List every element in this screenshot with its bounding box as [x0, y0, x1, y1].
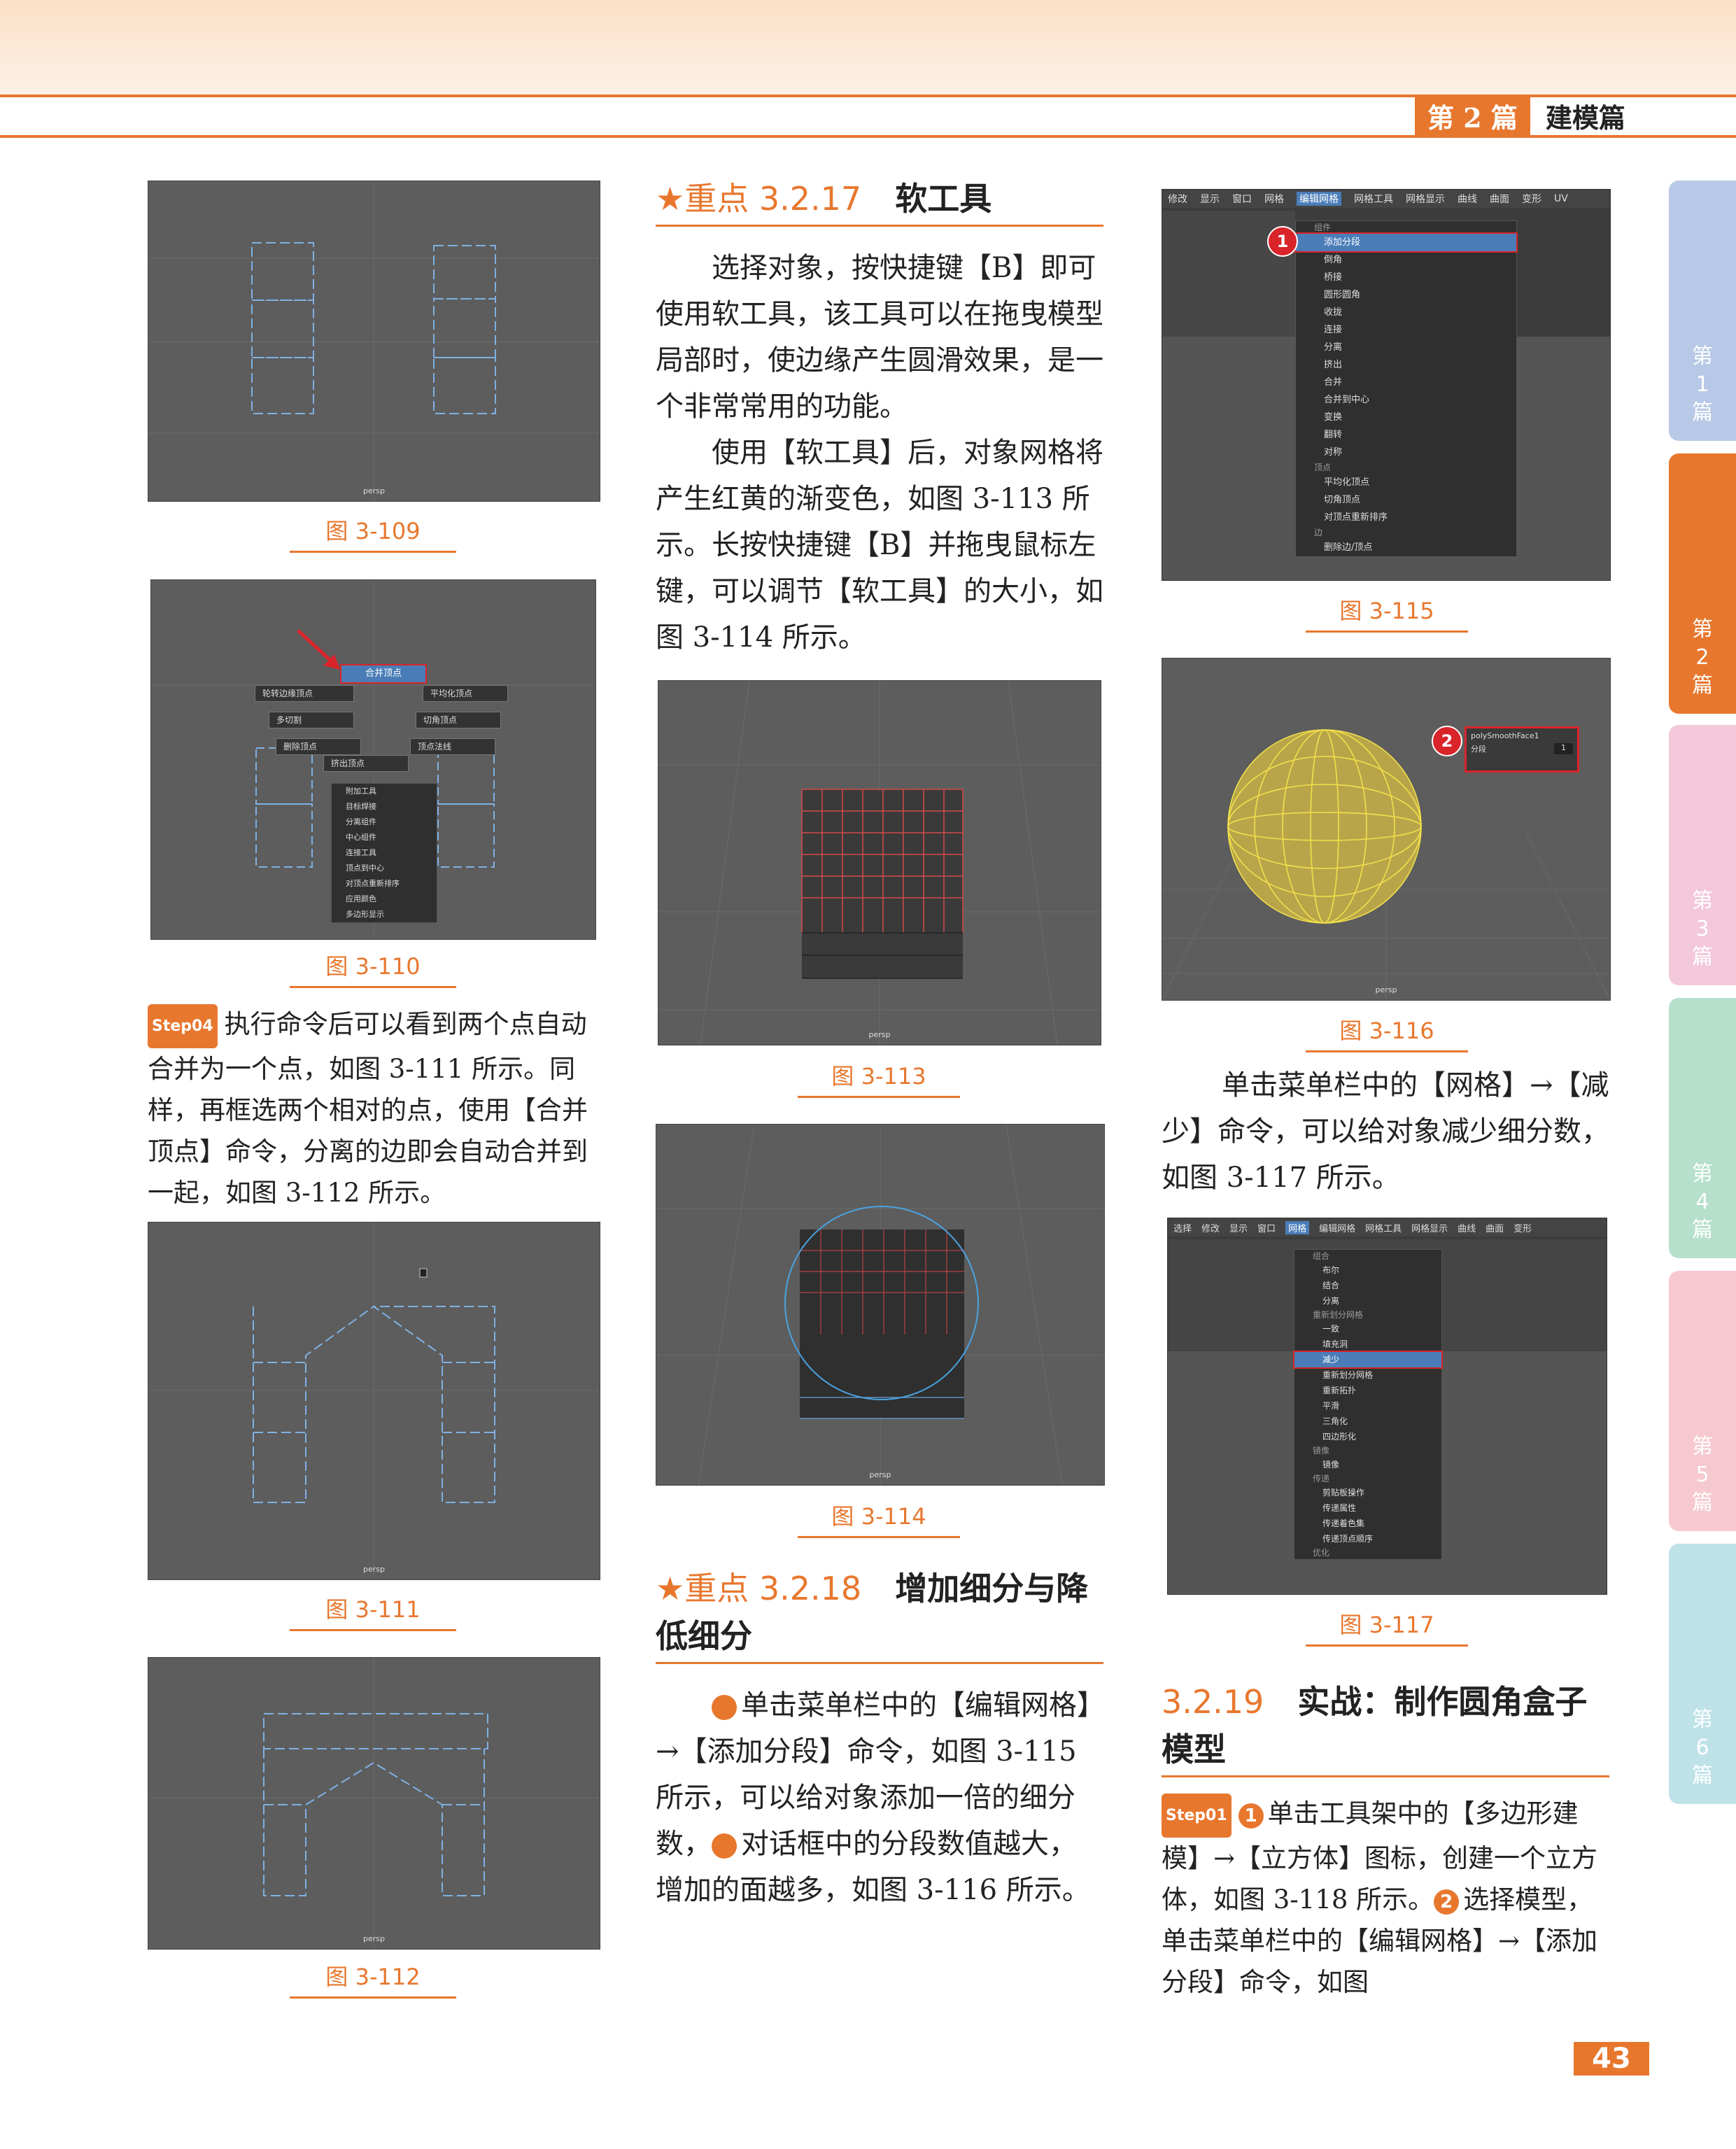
side-tab-label: 篇 — [1692, 1491, 1713, 1515]
figure-3-114: persp — [656, 1124, 1105, 1486]
side-tab-label: 篇 — [1692, 1763, 1713, 1788]
marking-menu-right-3: 顶点法线 — [410, 738, 495, 755]
marking-menu-right-1: 平均化顶点 — [423, 685, 508, 702]
viewport-label: persp — [363, 486, 385, 495]
section-3-2-19-title: 3.2.19 实战：制作圆角盒子模型 — [1162, 1678, 1609, 1777]
side-tab-label: 2 — [1695, 645, 1709, 670]
figure-3-111: persp — [148, 1222, 600, 1580]
marking-menu-right-2: 切角顶点 — [416, 712, 501, 728]
paragraph-soft-tool-1: 选择对象，按快捷键【B】即可使用软工具，该工具可以在拖曳模型局部时，使边缘产生圆… — [656, 252, 1103, 423]
mesh-menu: 组合 布尔 结合 分离 重新划分网格 一致 填充洞 减少 重新划分网格 重新拓扑… — [1293, 1249, 1443, 1560]
section-3-2-18-title: ★重点 3.2.18 增加细分与降低细分 — [656, 1565, 1103, 1664]
figure-3-113: persp — [658, 680, 1101, 1045]
side-tab-label: 第 — [1692, 344, 1713, 369]
marking-menu-left-3: 删除顶点 — [276, 738, 361, 755]
part-number: 第 2 篇 — [1415, 94, 1530, 136]
running-header: 第 2 篇 建模篇 — [1415, 94, 1653, 136]
side-tab-label: 1 — [1695, 372, 1709, 397]
side-tab-part-5[interactable]: 第 5 篇 — [1669, 1271, 1736, 1531]
figure-3-116: polySmoothFace1 分段 1 2 persp — [1162, 658, 1611, 1001]
side-tab-label: 第 — [1692, 1435, 1713, 1459]
side-tab-part-3[interactable]: 第 3 篇 — [1669, 725, 1736, 985]
figure-3-115: 修改 显示 窗口 网格 编辑网格 网格工具 网格显示 曲线 曲面 变形 UV 组件 添加分段 倒… — [1162, 189, 1611, 581]
caption-3-112: 图 3-112 — [290, 1959, 456, 1999]
figure-3-117: 选择 修改 显示 窗口 网格 编辑网格 网格工具 网格显示 曲线 曲面 变形 组合 布尔 结合 … — [1167, 1218, 1607, 1595]
figure-3-109: persp — [148, 181, 600, 502]
top-band — [0, 0, 1736, 94]
section-3-2-17-title: ★重点 3.2.17 软工具 — [656, 175, 1103, 227]
marking-menu-left-2: 多切割 — [269, 712, 354, 728]
side-tab-part-2[interactable]: 第 2 篇 — [1669, 453, 1736, 714]
edit-mesh-menu: 组件 添加分段 倒角 桥接 圆形圆角 收拢 连接 分离 挤出 合并 合并到中心 … — [1294, 220, 1518, 557]
side-tab-label: 5 — [1695, 1463, 1709, 1487]
marking-menu-center: 挤出顶点 — [323, 755, 409, 772]
side-tab-label: 篇 — [1692, 673, 1713, 698]
side-tab-label: 第 — [1692, 1707, 1713, 1732]
side-tab-label: 第 — [1692, 617, 1713, 642]
polysmooth-dialog: polySmoothFace1 分段 1 — [1465, 726, 1579, 773]
side-tab-label: 第 — [1692, 1162, 1713, 1186]
paragraph-subdivide: 1单击菜单栏中的【编辑网格】→【添加分段】命令，如图 3-115 所示，可以给对… — [656, 1689, 1091, 1906]
side-tab-label: 4 — [1695, 1190, 1709, 1214]
caption-3-116: 图 3-116 — [1306, 1013, 1468, 1052]
side-tab-label: 篇 — [1692, 1218, 1713, 1242]
callout-badge-2: 2 — [1432, 726, 1462, 756]
side-tab-label: 6 — [1695, 1735, 1709, 1760]
side-tab-label: 篇 — [1692, 945, 1713, 969]
caption-3-111: 图 3-111 — [290, 1592, 456, 1631]
caption-3-115: 图 3-115 — [1306, 593, 1468, 633]
side-tab-part-4[interactable]: 第 4 篇 — [1669, 998, 1736, 1258]
step-04-paragraph: Step04 执行命令后可以看到两个点自动合并为一个点，如图 3-111 所示。同… — [148, 1003, 601, 1213]
caption-3-109: 图 3-109 — [290, 514, 456, 553]
caption-3-113: 图 3-113 — [798, 1059, 960, 1098]
step-01-paragraph: Step01 1 单击工具架中的【多边形建模】→【立方体】图标，创建一个立方体，如图… — [1162, 1793, 1609, 2003]
callout-1: 1 — [712, 1695, 780, 1720]
menubar-3-115: 修改 显示 窗口 网格 编辑网格 网格工具 网格显示 曲线 曲面 变形 UV — [1162, 190, 1610, 208]
marking-menu-left-1: 轮转边缘顶点 — [255, 685, 354, 702]
side-tab-part-1[interactable]: 第 1 篇 — [1669, 181, 1736, 441]
side-tab-part-6[interactable]: 第 6 篇 — [1669, 1544, 1736, 1804]
paragraph-reduce: 单击菜单栏中的【网格】→【减少】命令，可以给对象减少细分数，如图 3-117 所… — [1162, 1069, 1609, 1194]
caption-3-117: 图 3-117 — [1306, 1607, 1468, 1647]
figure-3-110: 合并顶点 轮转边缘顶点 多切割 删除顶点 平均化顶点 切角顶点 顶点法线 挤出顶… — [150, 579, 596, 940]
callout-badge-1: 1 — [1267, 226, 1298, 257]
marking-menu-list: 附加工具 目标焊接 分离组件 中心组件 连接工具 顶点到中心 对顶点重新排序 应… — [331, 783, 437, 923]
figure-3-112: persp — [148, 1657, 600, 1950]
side-tab-label: 篇 — [1692, 400, 1713, 425]
menubar-3-117: 选择 修改 显示 窗口 网格 编辑网格 网格工具 网格显示 曲线 曲面 变形 — [1168, 1218, 1607, 1236]
page-number: 43 — [1574, 2042, 1649, 2076]
marking-menu-top: 合并顶点 — [340, 664, 427, 684]
caption-3-114: 图 3-114 — [798, 1499, 960, 1538]
step-badge: Step01 — [1162, 1794, 1232, 1838]
side-tab-label: 3 — [1695, 917, 1709, 941]
paragraph-soft-tool-2: 使用【软工具】后，对象网格将产生红黄的渐变色，如图 3-113 所示。长按快捷键… — [656, 437, 1103, 654]
step-badge: Step04 — [148, 1004, 218, 1048]
side-tab-label: 第 — [1692, 889, 1713, 913]
part-name: 建模篇 — [1545, 101, 1625, 134]
callout-2: 2 — [712, 1833, 780, 1859]
caption-3-110: 图 3-110 — [290, 949, 456, 988]
